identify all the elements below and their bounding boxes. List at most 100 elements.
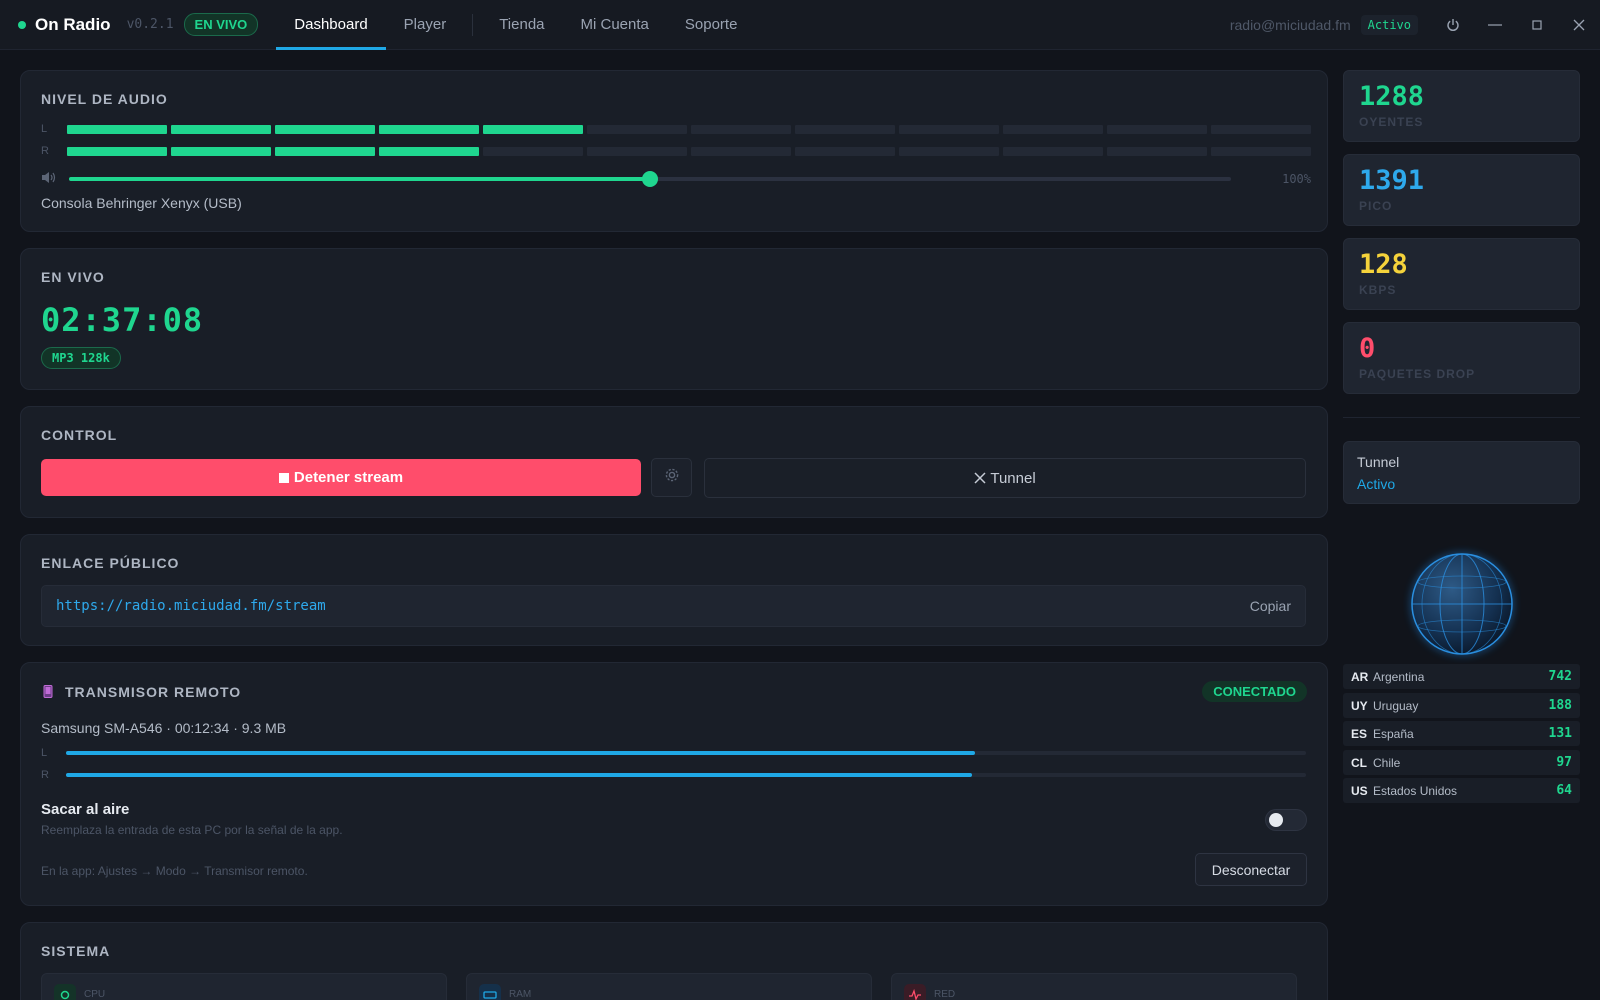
tab-soporte[interactable]: Soporte [667,0,756,50]
remote-level-track [66,773,1306,777]
meter-segment [1211,146,1311,156]
stat-value: 1288 [1359,81,1425,112]
country-row: AR Argentina 742 [1343,664,1580,689]
public-url[interactable]: https://radio.miciudad.fm/stream [56,598,326,614]
stop-stream-button[interactable]: Detener stream [41,459,641,496]
tab-mi-cuenta[interactable]: Mi Cuenta [563,0,667,50]
stat-peak: 1391 PICO [1343,154,1580,226]
country-name: Estados Unidos [1373,783,1458,798]
remote-channel-label: R [41,769,49,781]
meter-segment [379,124,479,134]
country-code: ES [1351,726,1368,741]
tunnel-status-value: Activo [1357,476,1396,492]
country-count: 97 [1556,755,1572,770]
stat-label: PICO [1359,199,1393,213]
on-air-toggle[interactable] [1265,809,1307,831]
x-icon [974,472,986,484]
meter-segment [275,146,375,156]
meter-segment [899,146,999,156]
top-bar: On Radio v0.2.1 EN VIVO Dashboard Player… [0,0,1600,50]
tab-dashboard[interactable]: Dashboard [276,0,387,50]
tunnel-button-label: Tunnel [990,469,1036,487]
remote-level-fill [66,773,973,777]
stop-stream-label: Detener stream [293,469,404,486]
minimize-icon[interactable] [1474,0,1516,50]
network-icon [904,984,926,1000]
remote-level-track [66,751,1306,755]
meter-segment [587,124,687,134]
meter-right: R [41,145,1315,157]
copy-button[interactable]: Copiar [1250,598,1291,614]
meter-segment [275,124,375,134]
meter-segment [379,146,479,156]
meter-segment [1211,124,1311,134]
meter-segment [1003,146,1103,156]
maximize-icon[interactable] [1516,0,1558,50]
connection-status-badge: CONECTADO [1202,681,1307,702]
meter-segment [171,124,271,134]
country-count: 131 [1548,726,1572,741]
app-version: v0.2.1 [126,17,174,32]
system-tile-label: CPU [84,989,106,1000]
volume-slider[interactable] [69,171,1231,187]
system-tile-label: RAM [509,989,532,1000]
country-count: 188 [1548,698,1572,713]
account-area: radio@miciudad.fm Activo [1230,0,1600,50]
meter-segment [899,124,999,134]
main-tabs: Dashboard Player Tienda Mi Cuenta Soport… [276,0,755,50]
stat-label: PAQUETES DROP [1359,367,1476,381]
public-url-field[interactable]: https://radio.miciudad.fm/stream Copiar [41,585,1306,627]
remote-transmitter-card: TRANSMISOR REMOTO CONECTADO Samsung SM-A… [20,662,1328,906]
codec-badge: MP3 128k [41,347,121,369]
tab-player[interactable]: Player [386,0,465,50]
settings-button[interactable] [651,458,692,497]
globe-icon [1403,545,1521,668]
gear-icon [664,467,680,488]
volume-thumb[interactable] [642,171,658,187]
disconnect-button[interactable]: Desconectar [1195,853,1307,886]
remote-level-right: R [41,769,1306,781]
audio-level-title: NIVEL DE AUDIO [41,91,168,107]
country-row: ES España 131 [1343,721,1580,746]
country-row: US Estados Unidos 64 [1343,778,1580,803]
app-name: On Radio [35,14,111,34]
account-email: radio@miciudad.fm [1229,16,1351,33]
remote-device-info: Samsung SM-A546 · 00:12:34 · 9.3 MB [41,720,287,736]
toggle-knob [1269,813,1283,827]
remote-level-left: L [41,747,1306,759]
country-count: 64 [1556,783,1572,798]
stat-value: 0 [1359,333,1376,364]
phone-icon [43,685,53,701]
volume-fill [69,177,650,181]
control-title: CONTROL [41,427,118,443]
meter-segments [67,146,1315,156]
on-air-title: Sacar al aire [41,801,130,818]
meter-segment [691,124,791,134]
volume-control: 100% [41,169,1311,189]
meter-segment [1003,124,1103,134]
meter-segment [1107,146,1207,156]
tunnel-button[interactable]: Tunnel [704,458,1306,498]
country-name: Argentina [1373,669,1425,684]
meter-segment [483,124,583,134]
sidebar-divider [1343,417,1580,418]
meter-segment [691,146,791,156]
stat-label: KBPS [1359,283,1397,297]
live-timer: 02:37:08 [41,301,204,339]
public-link-card: ENLACE PÚBLICO https://radio.miciudad.fm… [20,534,1328,646]
close-icon[interactable] [1558,0,1600,50]
stat-value: 128 [1359,249,1408,280]
system-tile-cpu: CPU [41,973,447,1000]
power-icon[interactable] [1432,0,1474,50]
audio-device: Consola Behringer Xenyx (USB) [41,195,242,211]
tab-tienda[interactable]: Tienda [481,0,562,50]
country-name: Chile [1373,755,1401,770]
meter-segment [795,124,895,134]
country-code: CL [1351,755,1367,770]
country-code: UY [1351,698,1368,713]
stat-kbps: 128 KBPS [1343,238,1580,310]
meter-segment [587,146,687,156]
status-dot [18,20,26,29]
tunnel-status: Tunnel Activo [1343,441,1580,504]
live-badge: EN VIVO [183,13,259,36]
